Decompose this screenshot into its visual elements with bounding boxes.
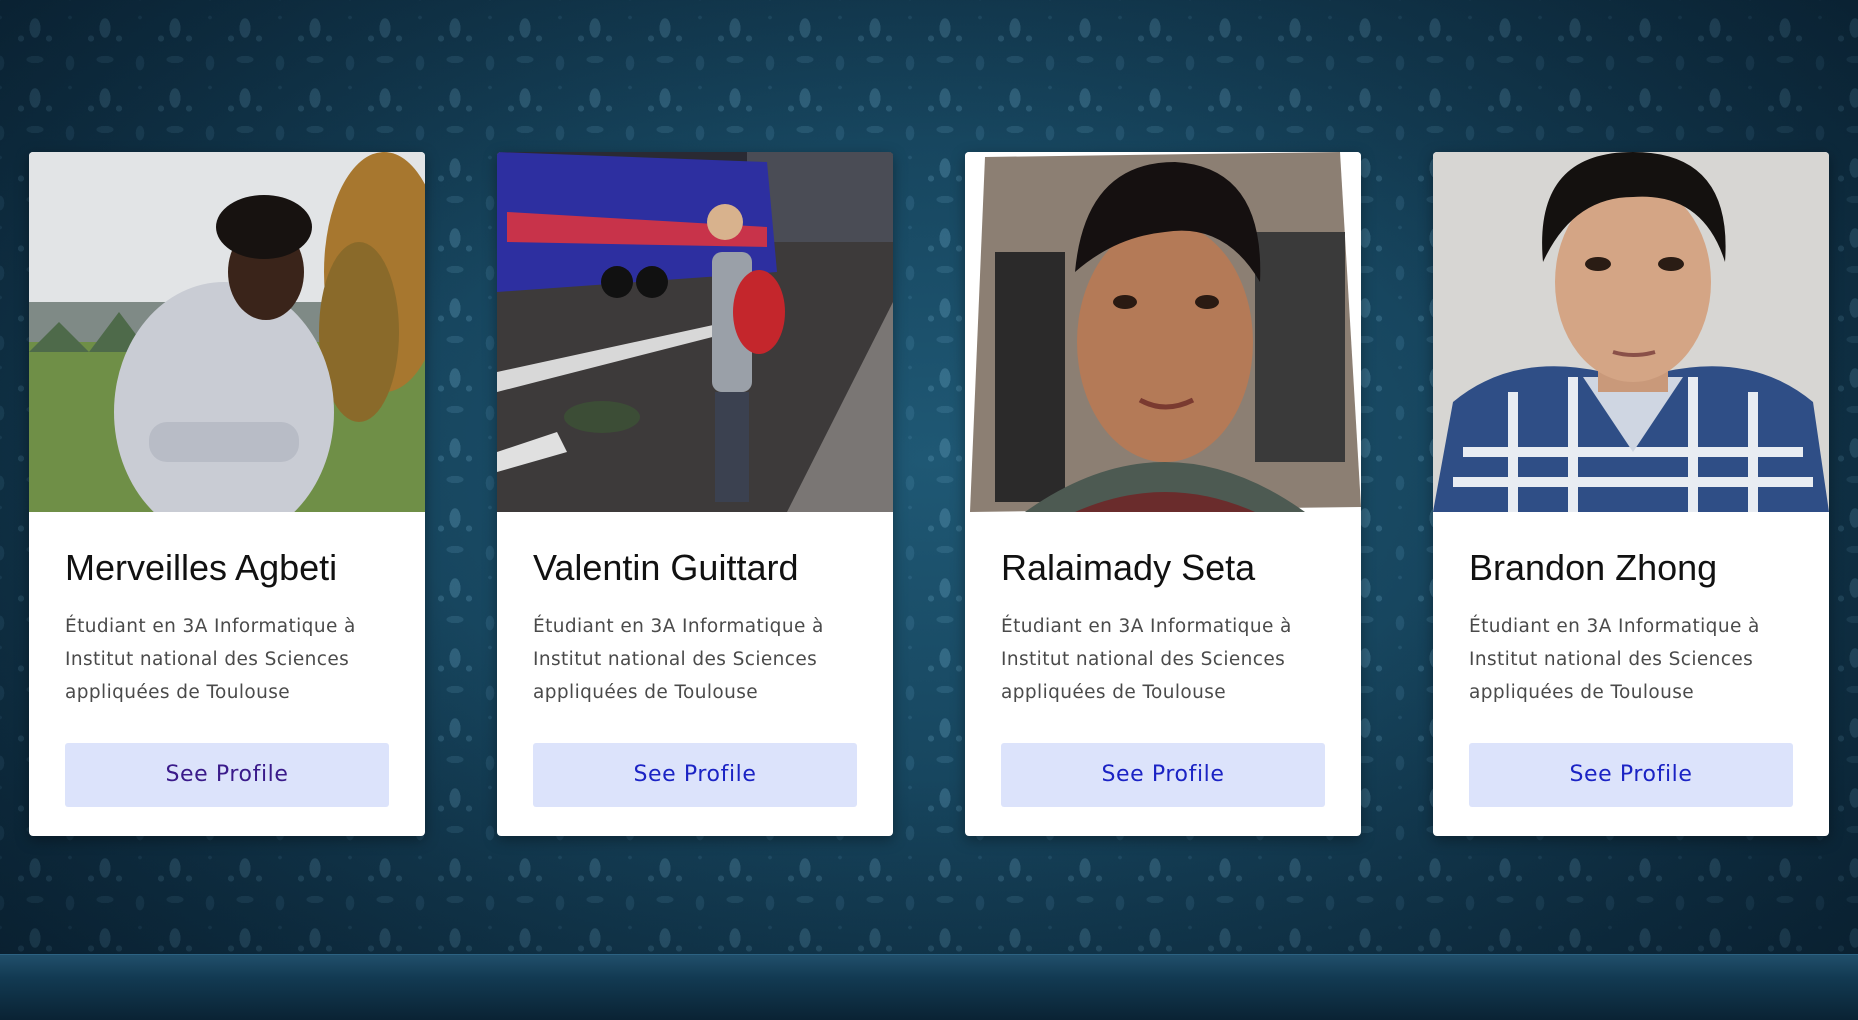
- profile-photo: [497, 152, 893, 512]
- member-name: Ralaimady Seta: [1001, 547, 1256, 588]
- profile-photo-image: [497, 152, 893, 512]
- profile-photo-image: [965, 152, 1361, 512]
- see-profile-button[interactable]: See Profile: [65, 742, 389, 807]
- see-profile-button[interactable]: See Profile: [1469, 742, 1793, 807]
- member-name: Valentin Guittard: [533, 547, 799, 588]
- footer-bar: [0, 954, 1858, 1020]
- member-description: Étudiant en 3A Informatique à Institut n…: [1001, 615, 1292, 703]
- team-cards: Merveilles Agbeti Étudiant en 3A Informa…: [29, 152, 1829, 836]
- profile-photo-image: [1433, 152, 1829, 512]
- member-description: Étudiant en 3A Informatique à Institut n…: [533, 615, 824, 703]
- profile-card-merveilles-agbeti: Merveilles Agbeti Étudiant en 3A Informa…: [29, 152, 425, 836]
- member-name: Merveilles Agbeti: [65, 547, 338, 588]
- profile-card-brandon-zhong: Brandon Zhong Étudiant en 3A Informatiqu…: [1433, 152, 1829, 836]
- member-description: Étudiant en 3A Informatique à Institut n…: [65, 615, 356, 703]
- card-body: Valentin Guittard Étudiant en 3A Informa…: [497, 512, 893, 709]
- card-body: Brandon Zhong Étudiant en 3A Informatiqu…: [1433, 512, 1829, 709]
- profile-photo: [1433, 152, 1829, 512]
- profile-photo: [29, 152, 425, 512]
- member-description: Étudiant en 3A Informatique à Institut n…: [1469, 615, 1760, 703]
- see-profile-button[interactable]: See Profile: [1001, 742, 1325, 807]
- profile-photo-image: [29, 152, 425, 512]
- see-profile-button[interactable]: See Profile: [533, 742, 857, 807]
- card-body: Merveilles Agbeti Étudiant en 3A Informa…: [29, 512, 425, 709]
- profile-card-ralaimady-seta: Ralaimady Seta Étudiant en 3A Informatiq…: [965, 152, 1361, 836]
- profile-photo: [965, 152, 1361, 512]
- profile-card-valentin-guittard: Valentin Guittard Étudiant en 3A Informa…: [497, 152, 893, 836]
- member-name: Brandon Zhong: [1469, 547, 1718, 588]
- card-body: Ralaimady Seta Étudiant en 3A Informatiq…: [965, 512, 1361, 709]
